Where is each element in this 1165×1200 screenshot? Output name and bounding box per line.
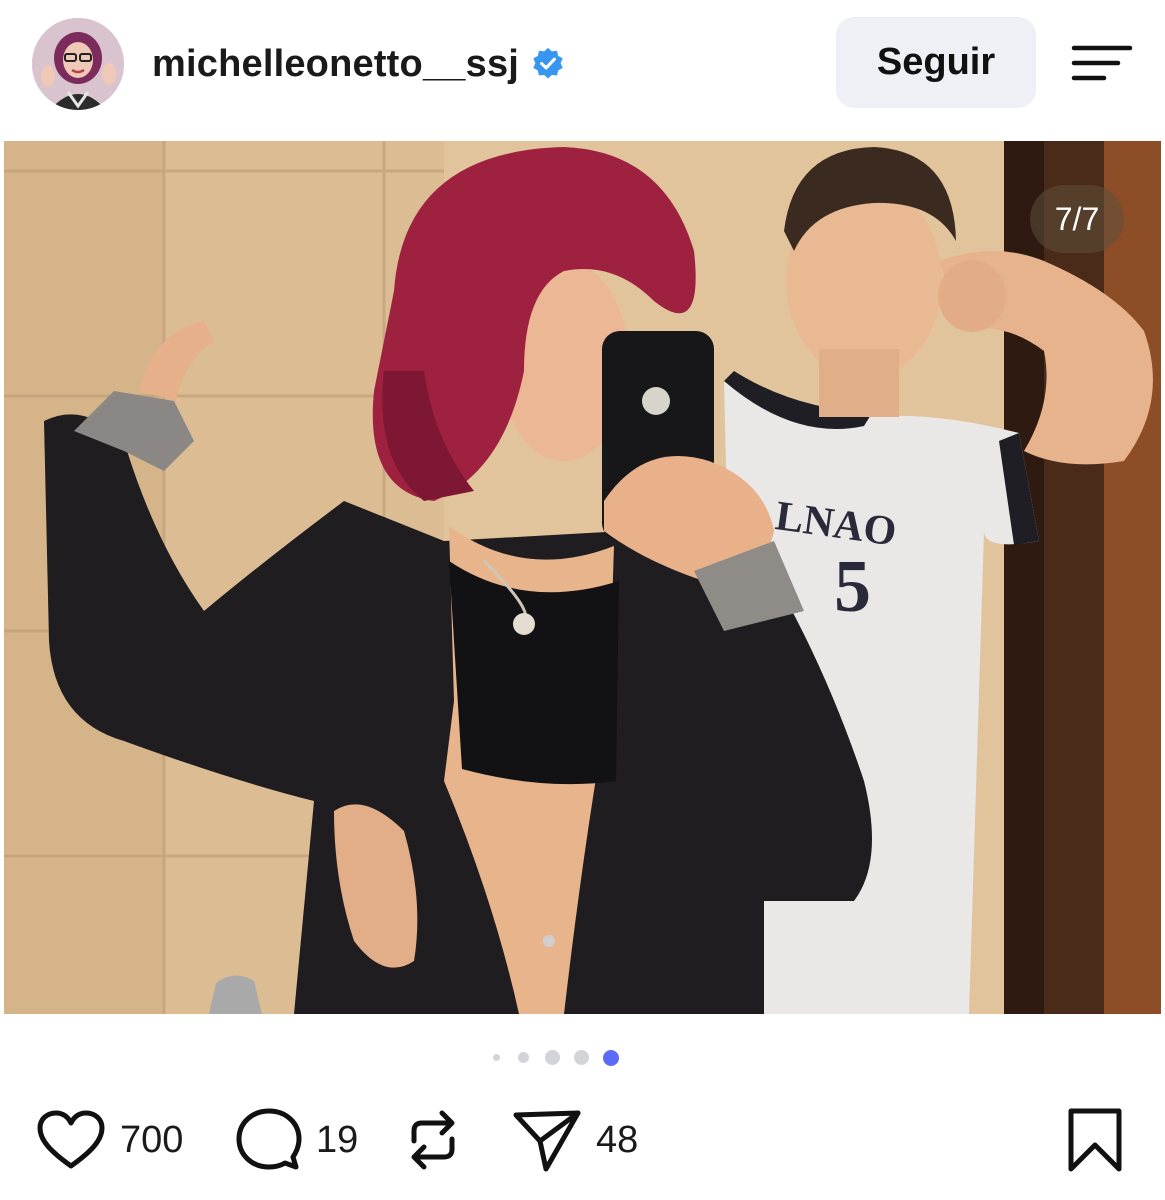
carousel-dot xyxy=(518,1052,529,1063)
like-count: 700 xyxy=(120,1118,184,1161)
carousel-indicator xyxy=(0,1044,1165,1072)
post-header: michelleonetto__ssj Seguir xyxy=(0,0,1165,130)
comment-icon xyxy=(236,1108,302,1170)
share-button[interactable]: 48 xyxy=(512,1100,638,1180)
avatar[interactable] xyxy=(32,18,124,110)
username-row: michelleonetto__ssj xyxy=(152,38,565,90)
like-button[interactable]: 700 xyxy=(36,1100,183,1180)
username[interactable]: michelleonetto__ssj xyxy=(152,43,519,86)
bookmark-icon xyxy=(1068,1108,1122,1172)
repost-icon xyxy=(411,1110,455,1170)
carousel-dot xyxy=(493,1054,500,1061)
follow-button[interactable]: Seguir xyxy=(836,17,1036,108)
menu-icon[interactable] xyxy=(1068,40,1134,86)
post-photo[interactable]: LNAO 5 7/7 xyxy=(4,141,1161,1014)
carousel-dot xyxy=(574,1050,589,1065)
action-bar: 700 19 48 xyxy=(0,1100,1165,1180)
repost-button[interactable] xyxy=(404,1100,462,1180)
carousel-dot xyxy=(545,1050,560,1065)
svg-text:5: 5 xyxy=(834,546,871,628)
bookmark-button[interactable] xyxy=(1066,1100,1124,1180)
media-counter: 7/7 xyxy=(1030,185,1124,253)
share-icon xyxy=(513,1110,581,1172)
photo-illustration: LNAO 5 xyxy=(4,141,1161,1014)
heart-icon xyxy=(37,1110,105,1169)
verified-badge-icon xyxy=(533,47,563,79)
comment-count: 19 xyxy=(316,1118,359,1161)
carousel-dot-active xyxy=(603,1050,619,1066)
share-count: 48 xyxy=(596,1118,639,1161)
comment-button[interactable]: 19 xyxy=(236,1100,358,1180)
